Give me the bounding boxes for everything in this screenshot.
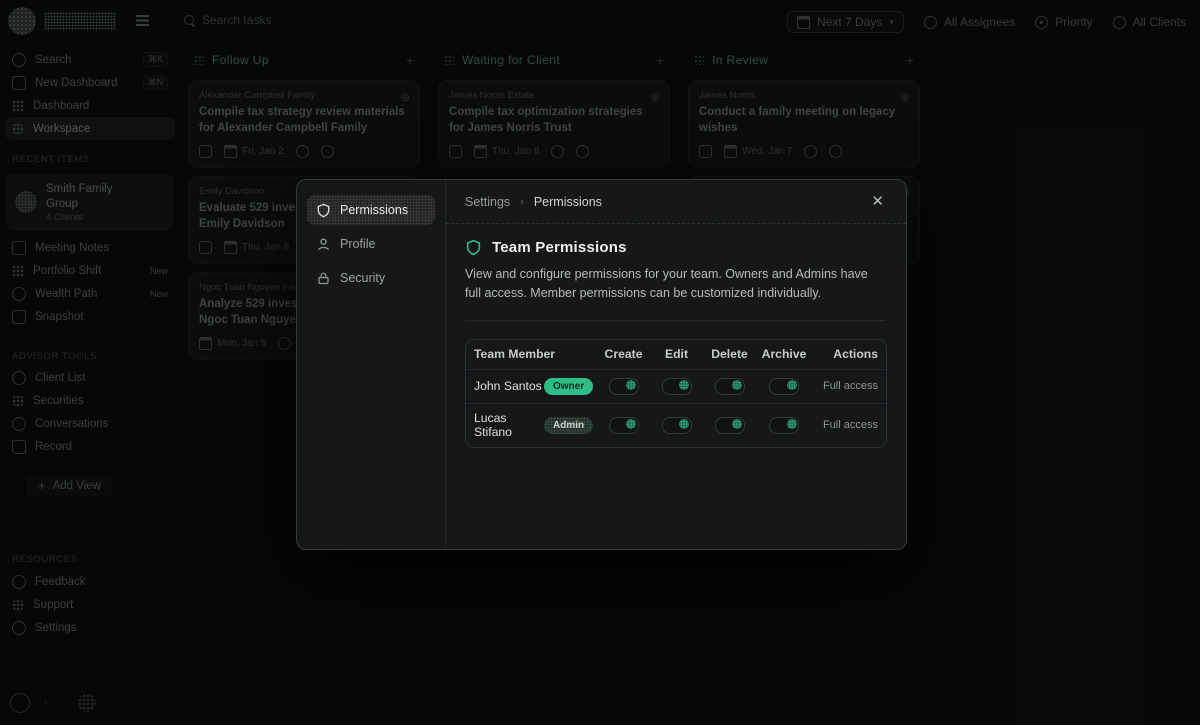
modal-nav-permissions[interactable]: Permissions — [307, 195, 435, 225]
breadcrumb-permissions: Permissions — [534, 195, 602, 209]
table-row: John Santos Owner Full access — [466, 370, 886, 404]
modal-header: Settings › Permissions ✕ — [446, 180, 906, 224]
modal-nav-profile[interactable]: Profile — [307, 229, 435, 259]
table-header-row: Team Member Create Edit Delete Archive A… — [466, 340, 886, 370]
member-name: Lucas Stifano — [474, 411, 542, 440]
header-archive: Archive — [756, 347, 812, 361]
user-icon — [316, 237, 331, 252]
toggle-create[interactable] — [609, 378, 639, 395]
access-level: Full access — [812, 419, 886, 431]
chevron-right-icon: › — [520, 196, 524, 208]
toggle-create[interactable] — [609, 417, 639, 434]
table-row: Lucas Stifano Admin Full access — [466, 404, 886, 447]
header-create: Create — [597, 347, 650, 361]
role-badge: Admin — [544, 417, 593, 434]
modal-nav: Permissions Profile Security — [297, 180, 446, 549]
toggle-archive[interactable] — [769, 378, 799, 395]
header-edit: Edit — [650, 347, 703, 361]
toggle-archive[interactable] — [769, 417, 799, 434]
app-root: Search tasks Next 7 Days ▾ All Assignees… — [0, 0, 1200, 725]
breadcrumb: Settings › Permissions — [465, 195, 602, 209]
divider — [465, 320, 885, 321]
permissions-description: View and configure permissions for your … — [465, 265, 871, 304]
settings-modal: Permissions Profile Security Settings › — [296, 179, 907, 550]
permissions-table: Team Member Create Edit Delete Archive A… — [465, 339, 887, 448]
modal-nav-security[interactable]: Security — [307, 263, 435, 293]
role-badge: Owner — [544, 378, 593, 395]
modal-content: Settings › Permissions ✕ Team Permission… — [446, 180, 906, 549]
shield-icon — [465, 239, 482, 256]
member-name: John Santos — [474, 379, 542, 394]
header-team-member: Team Member — [466, 347, 597, 361]
breadcrumb-settings[interactable]: Settings — [465, 195, 510, 209]
toggle-edit[interactable] — [662, 378, 692, 395]
toggle-delete[interactable] — [715, 417, 745, 434]
close-icon[interactable]: ✕ — [871, 194, 884, 209]
shield-icon — [316, 203, 331, 218]
modal-body: Team Permissions View and configure perm… — [446, 224, 906, 448]
header-delete: Delete — [703, 347, 756, 361]
page-title: Team Permissions — [492, 239, 627, 256]
access-level: Full access — [812, 380, 886, 392]
toggle-edit[interactable] — [662, 417, 692, 434]
lock-icon — [316, 271, 331, 286]
header-actions: Actions — [812, 347, 886, 361]
toggle-delete[interactable] — [715, 378, 745, 395]
